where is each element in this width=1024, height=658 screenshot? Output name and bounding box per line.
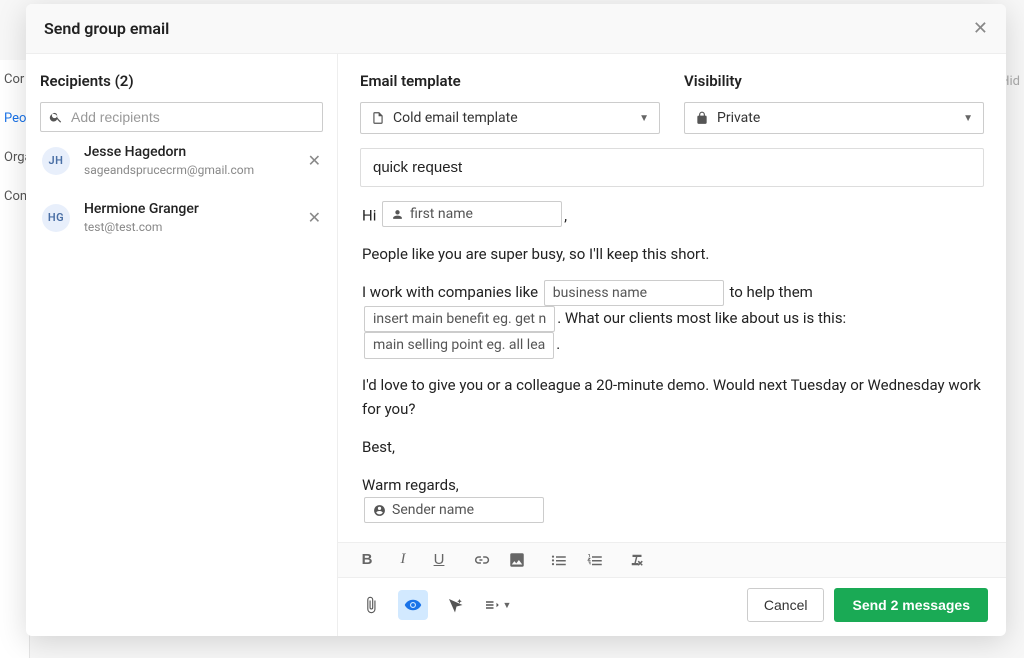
close-icon: ✕ [308,210,321,227]
close-icon: ✕ [308,153,321,170]
image-button[interactable] [506,549,528,571]
chevron-down-icon: ▼ [963,113,973,124]
chevron-down-icon: ▼ [639,113,649,124]
person-icon [391,208,404,221]
send-group-email-modal: Send group email ✕ Recipients (2) JH Jes… [26,4,1006,636]
bold-button[interactable]: B [356,549,378,571]
email-body-editor[interactable]: Hi first name , People like you are supe… [360,187,984,542]
merge-field-first-name[interactable]: first name [382,201,562,227]
bold-icon: B [358,551,376,569]
cursor-sparkle-icon [446,596,464,614]
chevron-down-icon: ▼ [503,600,512,610]
clear-formatting-button[interactable] [626,549,648,571]
bg-sidebar-item: Orga [0,138,29,177]
merge-field-business-name[interactable]: business name [544,280,724,306]
body-signoff: Best, [362,435,982,459]
settings-dropdown-icon [483,596,501,614]
formatting-toolbar: B I U [338,542,1006,578]
search-icon [49,110,63,124]
close-button[interactable]: ✕ [973,18,988,39]
merge-field-main-benefit[interactable]: insert main benefit eg. get n [364,306,555,332]
attach-button[interactable] [356,590,386,620]
preview-button[interactable] [398,590,428,620]
modal-title: Send group email [44,19,169,38]
remove-recipient-button[interactable]: ✕ [308,151,321,171]
recipients-heading: Recipients (2) [40,72,323,90]
recipient-row: HG Hermione Granger test@test.com ✕ [40,189,323,246]
recipient-email: test@test.com [84,220,294,234]
image-icon [508,551,526,569]
recipients-search-input[interactable] [71,109,314,125]
visibility-select[interactable]: Private ▼ [684,102,984,134]
template-icon [371,111,385,125]
recipient-email: sageandsprucecrm@gmail.com [84,163,294,177]
person-circle-icon [373,504,386,517]
modal-header: Send group email ✕ [26,4,1006,54]
bg-sidebar-item: Peop [0,99,29,138]
recipient-name: Hermione Granger [84,201,294,218]
visibility-heading: Visibility [684,72,984,90]
template-select[interactable]: Cold email template ▼ [360,102,660,134]
ordered-list-button[interactable] [584,549,606,571]
recipient-row: JH Jesse Hagedorn sageandsprucecrm@gmail… [40,132,323,189]
avatar: JH [42,147,70,175]
link-button[interactable] [470,549,492,571]
bg-sidebar-item: Cor [0,60,29,99]
italic-icon: I [394,551,412,569]
more-options-button[interactable]: ▼ [482,590,512,620]
cancel-button[interactable]: Cancel [747,588,825,622]
remove-recipient-button[interactable]: ✕ [308,208,321,228]
email-compose-panel: Email template Cold email template ▼ Vis… [338,54,1006,636]
link-icon [472,551,490,569]
merge-field-selling-point[interactable]: main selling point eg. all lea [364,332,554,358]
body-signoff: Warm regards, [362,473,982,497]
list-ol-icon [586,551,604,569]
underline-icon: U [430,551,448,569]
modal-footer: ▼ Cancel Send 2 messages [338,578,1006,636]
bg-sidebar-item: Cont [0,177,29,216]
body-line: I'd love to give you or a colleague a 20… [362,373,982,421]
template-heading: Email template [360,72,660,90]
list-ul-icon [550,551,568,569]
visibility-selected: Private [717,110,760,126]
cursor-effects-button[interactable] [440,590,470,620]
recipients-panel: Recipients (2) JH Jesse Hagedorn sageand… [26,54,338,636]
clear-format-icon [628,551,646,569]
subject-input[interactable] [360,148,984,187]
underline-button[interactable]: U [428,549,450,571]
lock-icon [695,111,709,125]
merge-field-sender-name[interactable]: Sender name [364,497,544,523]
close-icon: ✕ [973,18,988,38]
avatar: HG [42,204,70,232]
italic-button[interactable]: I [392,549,414,571]
paperclip-icon [362,596,380,614]
template-selected: Cold email template [393,110,518,126]
body-line: People like you are super busy, so I'll … [362,242,982,266]
unordered-list-button[interactable] [548,549,570,571]
recipients-search[interactable] [40,102,323,132]
send-button[interactable]: Send 2 messages [834,588,988,622]
recipient-name: Jesse Hagedorn [84,144,294,161]
eye-icon [404,596,422,614]
